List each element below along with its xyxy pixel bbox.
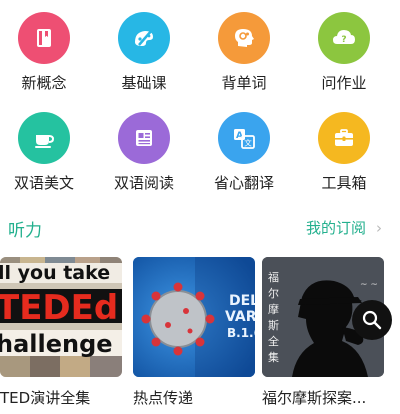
virus-thumbnail: DELT VARI B.1.6	[133, 257, 255, 377]
coffee-cup-icon	[18, 112, 70, 164]
search-icon	[362, 310, 382, 330]
ted-thumb-line-3: hallenge	[0, 330, 113, 358]
sherlock-thumb-char-1: 福	[268, 270, 279, 284]
feature-row-2: 双语美文 双语阅读 A文 省心翻译 工具箱	[0, 100, 400, 200]
chevron-right-icon: ›	[376, 218, 382, 237]
svg-text:?: ?	[341, 35, 346, 45]
virus-thumb-line-2: VARI	[225, 309, 255, 325]
feature-label: 基础课	[121, 74, 167, 92]
feature-label: 双语阅读	[113, 174, 174, 192]
ted-thumb-line-2: TEDEd	[0, 288, 118, 328]
svg-text:文: 文	[244, 138, 252, 148]
sherlock-thumb-char-6: 集	[268, 350, 279, 364]
feature-label: 新概念	[21, 74, 67, 92]
feature-row-1: 新概念 基础课 背单词 ? 问作业	[0, 0, 400, 100]
toolbox-icon	[318, 112, 370, 164]
feature-label: 工具箱	[321, 174, 367, 192]
feature-new-concept[interactable]: 新概念	[3, 0, 103, 100]
brain-head-icon	[218, 12, 270, 64]
card-title: TED演讲全集	[0, 389, 91, 407]
feature-bilingual-reading[interactable]: 双语阅读	[103, 100, 203, 200]
sherlock-thumb-char-4: 斯	[268, 319, 279, 332]
sherlock-thumb-char-5: 全	[268, 334, 279, 348]
card-title: 热点传递	[133, 389, 194, 407]
my-subscriptions-link[interactable]: 我的订阅 ›	[306, 217, 382, 238]
feature-label: 双语美文	[13, 174, 74, 192]
virus-thumb-line-3: B.1.6	[227, 326, 255, 340]
document-icon	[118, 112, 170, 164]
svg-text:~ ~: ~ ~	[360, 280, 378, 290]
virus-thumb-line-1: DELT	[229, 293, 255, 309]
virus-image	[141, 282, 215, 356]
book-icon	[18, 12, 70, 64]
sherlock-thumb-char-3: 摩	[268, 302, 279, 316]
my-subscriptions-label: 我的订阅	[305, 219, 366, 237]
feature-label: 问作业	[321, 74, 367, 92]
ted-thumbnail: ll you take TEDEd hallenge	[0, 257, 122, 377]
art-palette-icon	[118, 12, 170, 64]
feature-label: 背单词	[221, 74, 267, 92]
listening-cards: ll you take TEDEd hallenge TED演讲全集 DEL V…	[0, 255, 400, 414]
feature-toolbox[interactable]: 工具箱	[303, 100, 400, 200]
search-button[interactable]	[352, 300, 392, 340]
question-cloud-icon: ?	[318, 12, 370, 64]
feature-vocabulary[interactable]: 背单词	[203, 0, 303, 100]
feature-label: 省心翻译	[213, 174, 274, 192]
feature-translation[interactable]: A文 省心翻译	[203, 100, 303, 200]
feature-ask-homework[interactable]: ? 问作业	[303, 0, 400, 100]
translate-icon: A文	[218, 112, 270, 164]
feature-bilingual-essays[interactable]: 双语美文	[3, 100, 103, 200]
sherlock-thumb-char-2: 尔	[268, 287, 279, 300]
card-title: 福尔摩斯探案...	[262, 389, 367, 407]
ted-thumb-line-1: ll you take	[0, 262, 110, 284]
feature-basic-course[interactable]: 基础课	[103, 0, 203, 100]
listening-section-title: 听力	[8, 221, 42, 241]
